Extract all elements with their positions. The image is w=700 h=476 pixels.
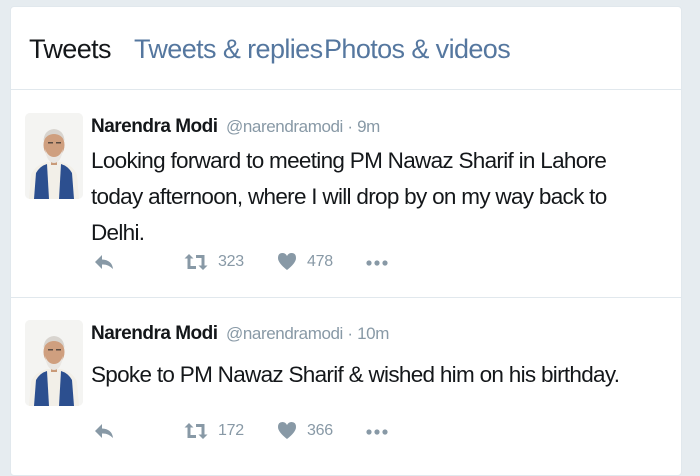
profile-photo xyxy=(25,320,83,406)
avatar[interactable] xyxy=(25,320,83,406)
tab-tweets-and-replies[interactable]: Tweets & replies xyxy=(134,34,323,65)
tweet-header: Narendra Modi @narendramodi · 10m xyxy=(91,323,389,345)
tweet-timestamp[interactable]: 9m xyxy=(357,117,380,136)
tweet-timestamp[interactable]: 10m xyxy=(357,324,389,343)
tweet-text: Looking forward to meeting PM Nawaz Shar… xyxy=(91,148,607,245)
separator-dot: · xyxy=(347,324,353,343)
like-button[interactable]: 478 xyxy=(277,252,333,271)
like-button[interactable]: 366 xyxy=(277,421,333,440)
more-icon xyxy=(365,421,389,441)
heart-icon xyxy=(277,421,297,440)
like-count: 478 xyxy=(307,252,333,270)
reply-button[interactable] xyxy=(93,421,115,441)
heart-icon xyxy=(277,252,297,271)
profile-photo xyxy=(25,113,83,199)
retweet-icon xyxy=(184,421,208,441)
retweet-icon xyxy=(184,252,208,272)
like-count: 366 xyxy=(307,421,333,439)
reply-icon xyxy=(93,252,115,272)
author-handle[interactable]: @narendramodi xyxy=(226,324,343,343)
author-handle[interactable]: @narendramodi xyxy=(226,117,343,136)
tweet-actions: 172 366 xyxy=(91,421,491,445)
more-button[interactable] xyxy=(365,421,389,441)
retweet-count: 172 xyxy=(218,422,244,439)
more-button[interactable] xyxy=(365,252,389,272)
tweet-header: Narendra Modi @narendramodi · 9m xyxy=(91,116,380,138)
reply-icon xyxy=(93,421,115,441)
tweet-actions: 323 478 xyxy=(91,252,491,276)
retweet-count: 323 xyxy=(218,253,244,270)
tweet-text: Spoke to PM Nawaz Sharif & wished him on… xyxy=(91,362,620,387)
more-icon xyxy=(365,252,389,272)
tweet[interactable]: Narendra Modi @narendramodi · 9m Looking… xyxy=(11,91,681,298)
author-name[interactable]: Narendra Modi xyxy=(91,116,218,137)
author-name[interactable]: Narendra Modi xyxy=(91,323,218,344)
retweet-button[interactable]: 323 xyxy=(184,252,244,272)
timeline-tabs: Tweets Tweets & replies Photos & videos xyxy=(11,7,681,90)
separator-dot: · xyxy=(347,117,353,136)
tab-tweets[interactable]: Tweets xyxy=(29,34,112,65)
retweet-button[interactable]: 172 xyxy=(184,421,244,441)
avatar[interactable] xyxy=(25,113,83,199)
tweet[interactable]: Narendra Modi @narendramodi · 10m Spoke … xyxy=(11,299,681,475)
tab-photos-and-videos[interactable]: Photos & videos xyxy=(324,34,511,65)
reply-button[interactable] xyxy=(93,252,115,272)
profile-timeline-panel: Tweets Tweets & replies Photos & videos … xyxy=(10,6,682,476)
